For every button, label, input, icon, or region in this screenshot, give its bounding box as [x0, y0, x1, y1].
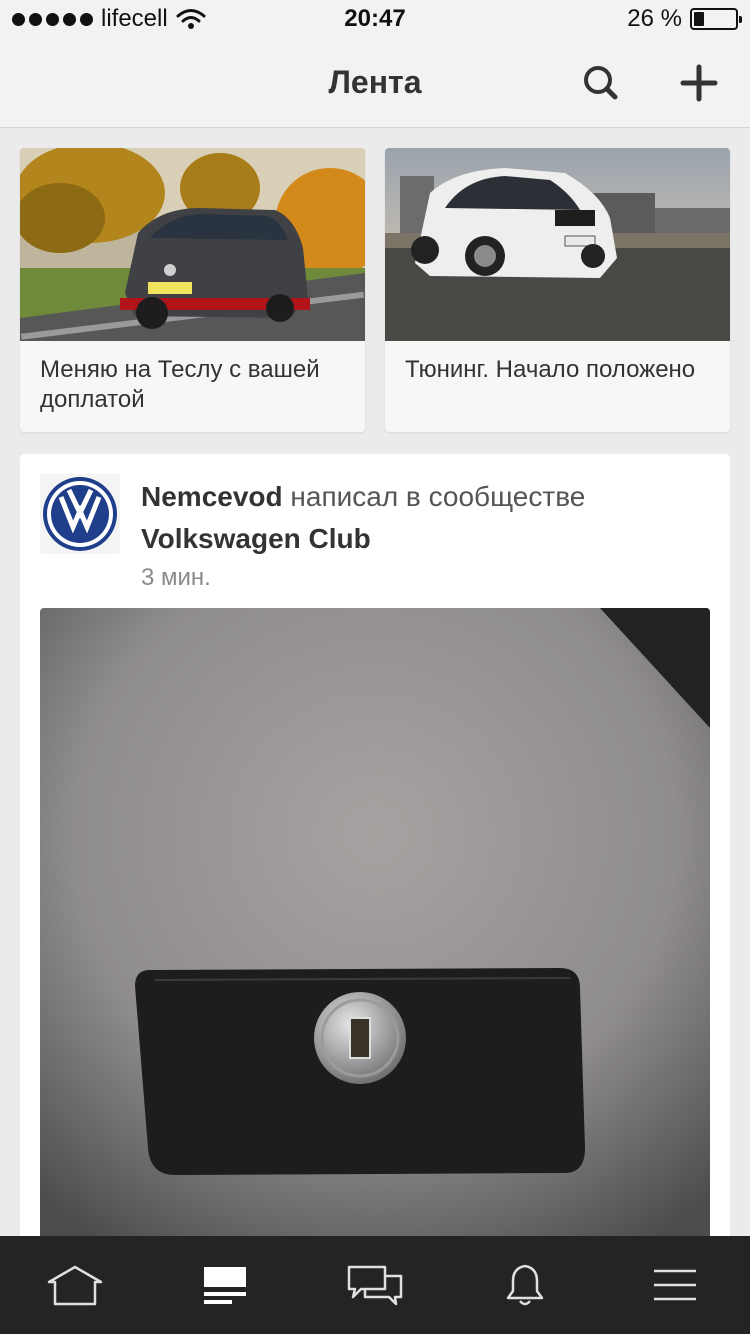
featured-card[interactable]: Тюнинг. Начало положено [385, 148, 730, 432]
featured-card-title: Меняю на Теслу с вашей доплатой [40, 356, 320, 413]
post-community[interactable]: Volkswagen Club [141, 523, 371, 554]
tab-messages[interactable] [300, 1236, 450, 1334]
menu-icon [654, 1269, 696, 1301]
messages-icon [347, 1265, 403, 1306]
feed-icon [204, 1267, 246, 1304]
search-icon [584, 66, 618, 100]
post-photo[interactable] [40, 608, 710, 1254]
post-photo-image [40, 608, 710, 1254]
post-timestamp: 3 мин. [141, 564, 211, 591]
featured-card[interactable]: Меняю на Теслу с вашей доплатой [20, 148, 365, 432]
add-button[interactable] [674, 58, 724, 108]
tab-notifications[interactable] [450, 1236, 600, 1334]
post-action: написал в сообществе [282, 481, 586, 512]
car-photo [385, 148, 730, 341]
volkswagen-logo-icon [43, 477, 117, 551]
status-right: 26 % [627, 5, 742, 33]
nav-bar: Лента [0, 40, 750, 128]
plus-icon [680, 64, 718, 102]
post-author[interactable]: Nemcevod [141, 481, 283, 512]
featured-card-title: Тюнинг. Начало положено [405, 356, 696, 383]
tab-bar [0, 1236, 750, 1334]
feed-post[interactable]: Nemcevod написал в сообществе Volkswagen… [20, 454, 730, 1254]
page-title: Лента [328, 64, 422, 100]
search-button[interactable] [576, 58, 626, 108]
bell-icon [506, 1264, 544, 1306]
status-bar: lifecell 20:47 26 % [0, 0, 750, 40]
community-avatar[interactable] [40, 474, 120, 554]
battery-percent: 26 % [627, 5, 682, 32]
battery-icon [690, 8, 742, 30]
tab-home[interactable] [0, 1236, 150, 1334]
car-photo [20, 148, 365, 341]
tab-menu[interactable] [600, 1236, 750, 1334]
home-icon [47, 1265, 103, 1306]
tab-feed[interactable] [150, 1236, 300, 1334]
post-header: Nemcevod написал в сообществе Volkswagen… [141, 476, 701, 560]
